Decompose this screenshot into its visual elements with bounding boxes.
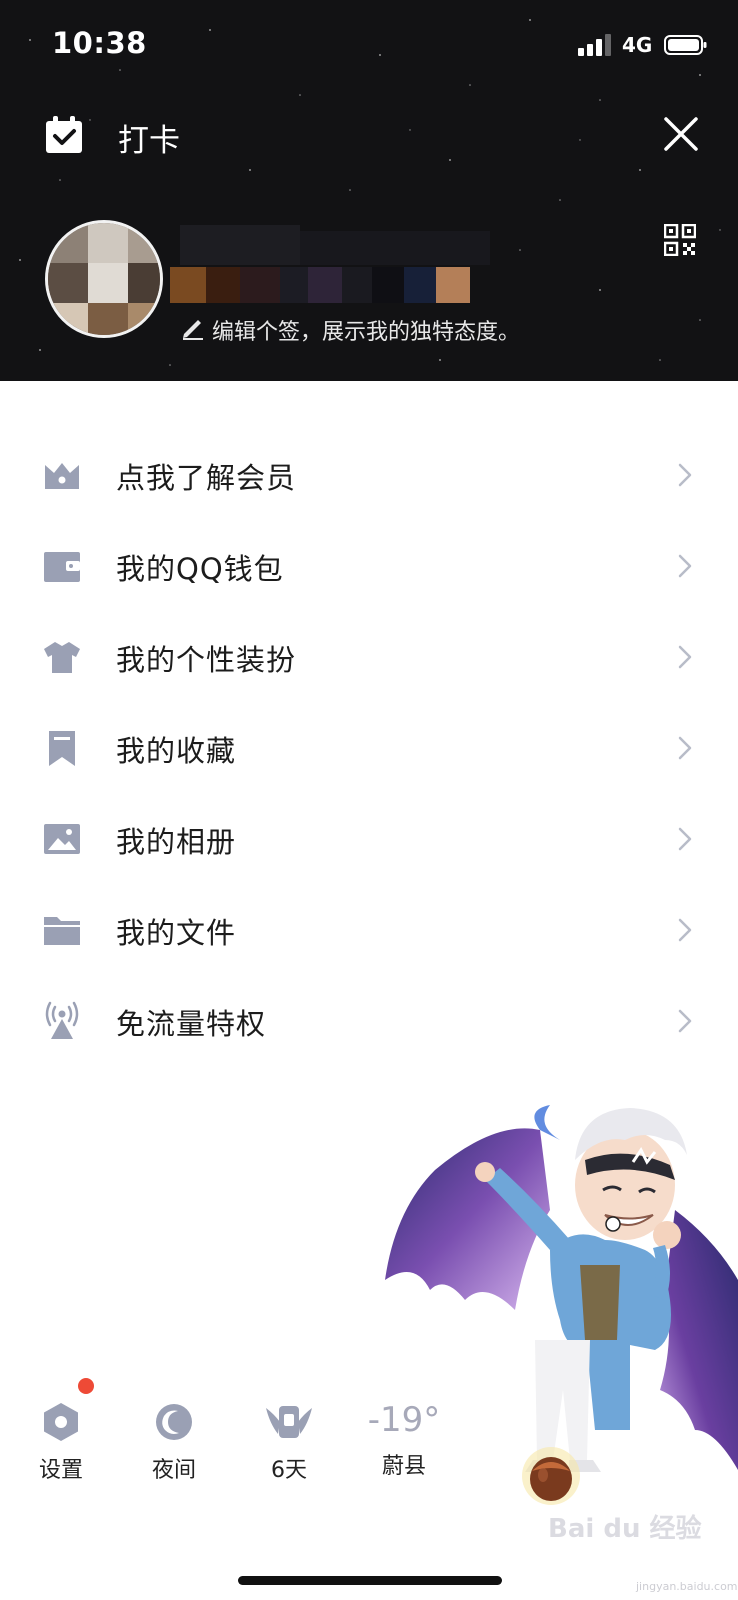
days-button[interactable]: 6天 xyxy=(254,1400,324,1500)
settings-label: 设置 xyxy=(38,1458,83,1483)
pencil-icon[interactable] xyxy=(180,314,206,340)
chevron-right-icon xyxy=(678,736,692,760)
chevron-right-icon xyxy=(678,1009,692,1033)
menu-list: 点我了解会员 我的QQ钱包 我的个性装扮 我的收藏 我的相册 我的文件 免流量特… xyxy=(0,435,738,1072)
acorn-egg-icon[interactable] xyxy=(520,1445,582,1507)
menu-item-label: 我的相册 xyxy=(116,825,237,859)
qr-code-icon[interactable] xyxy=(664,224,696,256)
chevron-right-icon xyxy=(678,827,692,851)
weather-temperature: -19° xyxy=(367,1400,441,1440)
menu-item-favorites[interactable]: 我的收藏 xyxy=(0,708,738,799)
nickname-blurred[interactable] xyxy=(170,225,490,303)
image-icon xyxy=(44,824,80,854)
night-mode-label: 夜间 xyxy=(151,1458,196,1483)
menu-item-label: 我的QQ钱包 xyxy=(116,552,284,586)
status-time: 10:38 xyxy=(52,26,147,60)
avatar[interactable] xyxy=(45,220,163,338)
weather-location: 蔚县 xyxy=(381,1454,426,1479)
shirt-icon xyxy=(44,642,80,673)
menu-item-label: 免流量特权 xyxy=(116,1007,267,1041)
menu-item-membership[interactable]: 点我了解会员 xyxy=(0,435,738,526)
signal-strength-icon xyxy=(578,34,611,56)
bookmark-icon xyxy=(49,731,75,766)
settings-button[interactable]: 设置 xyxy=(26,1400,96,1500)
gear-icon xyxy=(44,1403,78,1441)
settings-notification-badge xyxy=(78,1378,94,1394)
menu-item-label: 我的个性装扮 xyxy=(116,643,297,677)
watermark-logo: Bai du 经验 xyxy=(548,1514,702,1544)
menu-item-free-data[interactable]: 免流量特权 xyxy=(0,981,738,1072)
menu-item-personalization[interactable]: 我的个性装扮 xyxy=(0,617,738,708)
weather-widget[interactable]: -19° 蔚县 xyxy=(358,1400,450,1500)
menu-item-wallet[interactable]: 我的QQ钱包 xyxy=(0,526,738,617)
checkin-label[interactable]: 打卡 xyxy=(118,115,180,160)
wallet-icon xyxy=(44,552,80,582)
moon-icon xyxy=(156,1404,192,1440)
status-bar: 10:38 4G xyxy=(0,0,738,90)
battery-icon xyxy=(664,35,707,55)
days-label: 6天 xyxy=(271,1458,307,1483)
night-mode-button[interactable]: 夜间 xyxy=(139,1400,209,1500)
calendar-check-icon[interactable] xyxy=(44,115,84,155)
menu-item-label: 我的文件 xyxy=(116,916,237,950)
watermark-url: jingyan.baidu.com xyxy=(636,1580,738,1593)
chevron-right-icon xyxy=(678,918,692,942)
home-indicator[interactable] xyxy=(238,1576,502,1585)
menu-item-album[interactable]: 我的相册 xyxy=(0,799,738,890)
checkin-row: 打卡 xyxy=(0,105,738,165)
network-type: 4G xyxy=(622,33,653,57)
chevron-right-icon xyxy=(678,463,692,487)
chevron-right-icon xyxy=(678,645,692,669)
chevron-right-icon xyxy=(678,554,692,578)
antenna-icon xyxy=(45,1001,79,1039)
menu-item-label: 我的收藏 xyxy=(116,734,237,768)
menu-item-files[interactable]: 我的文件 xyxy=(0,890,738,981)
close-icon[interactable] xyxy=(660,113,702,155)
crown-icon xyxy=(45,463,79,489)
signature-text[interactable]: 编辑个签，展示我的独特态度。 xyxy=(212,314,520,346)
bottom-toolbar: 设置 夜间 6天 -19° 蔚县 xyxy=(0,1378,738,1510)
menu-item-label: 点我了解会员 xyxy=(116,461,297,495)
folder-icon xyxy=(44,917,80,945)
profile-header: 10:38 4G 打卡 编辑个签，展示我的独特态度。 xyxy=(0,0,738,381)
winged-badge-icon xyxy=(266,1406,312,1438)
